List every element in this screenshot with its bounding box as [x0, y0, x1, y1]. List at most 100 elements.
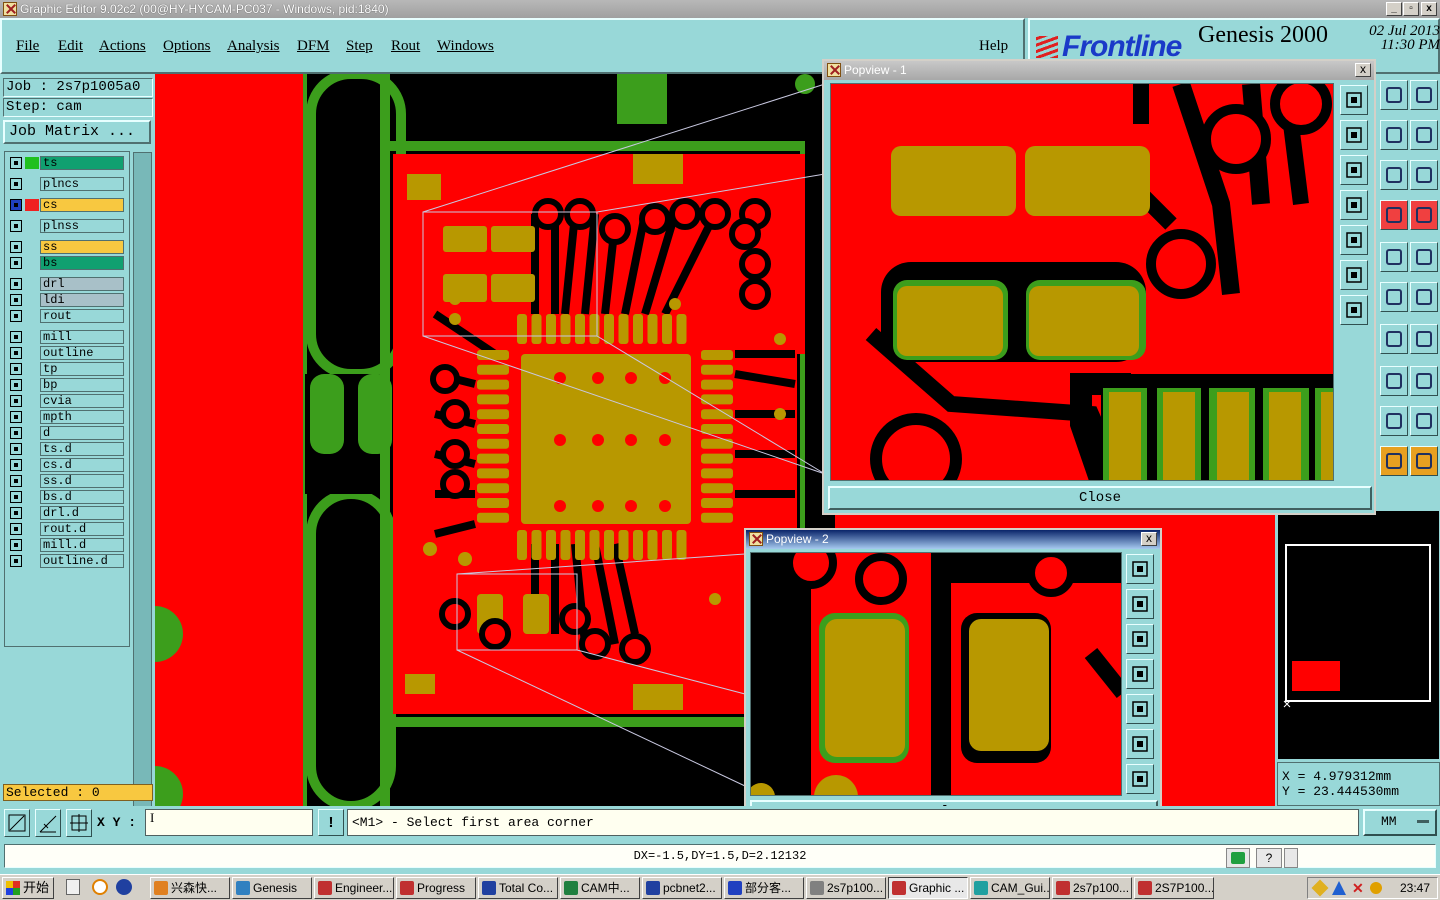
layer-color-swatch[interactable] — [25, 475, 39, 487]
layer-checkbox[interactable] — [10, 539, 22, 551]
layer-name[interactable]: cs.d — [40, 458, 124, 472]
layer-row-cvia[interactable]: cvia — [8, 394, 126, 408]
quicklaunch-globe-icon[interactable] — [116, 879, 132, 895]
menu-actions[interactable]: Actions — [99, 38, 146, 55]
menu-rout[interactable]: Rout — [391, 38, 420, 55]
layer-color-swatch[interactable] — [25, 363, 39, 375]
layer-color-swatch[interactable] — [25, 555, 39, 567]
layer-row-plncs[interactable]: plncs — [8, 177, 126, 191]
quicklaunch-clock-icon[interactable] — [92, 879, 108, 895]
zoom-out-icon[interactable] — [1340, 295, 1368, 325]
layer-checkbox[interactable] — [10, 220, 22, 232]
layer-row-cs-d[interactable]: cs.d — [8, 458, 126, 472]
menu-edit[interactable]: Edit — [58, 38, 83, 55]
layer-checkbox[interactable] — [10, 395, 22, 407]
zoom-in-icon[interactable] — [1126, 729, 1154, 759]
layer-name[interactable]: bs — [40, 256, 124, 270]
layer-row-tp[interactable]: tp — [8, 362, 126, 376]
red-dot-icon[interactable] — [1380, 282, 1408, 312]
shapes-icon[interactable] — [1410, 366, 1438, 396]
layer-checkbox[interactable] — [10, 294, 22, 306]
layer-row-d[interactable]: d — [8, 426, 126, 440]
pan-left-icon[interactable] — [1340, 190, 1368, 220]
layer-color-swatch[interactable] — [25, 294, 39, 306]
layer-row-rout-d[interactable]: rout.d — [8, 522, 126, 536]
tray-triangle-icon[interactable] — [1332, 881, 1346, 895]
layer-checkbox[interactable] — [10, 157, 22, 169]
menu-help[interactable]: Help — [979, 38, 1008, 55]
layer-name[interactable]: plnss — [40, 219, 124, 233]
quicklaunch-doc-icon[interactable] — [66, 879, 80, 895]
layer-color-swatch[interactable] — [25, 427, 39, 439]
layer-checkbox[interactable] — [10, 331, 22, 343]
arc-icon[interactable] — [1410, 406, 1438, 436]
layer-checkbox[interactable] — [10, 199, 22, 211]
pan-left-icon[interactable] — [1126, 659, 1154, 689]
layer-name[interactable]: ss.d — [40, 474, 124, 488]
layer-color-swatch[interactable] — [25, 459, 39, 471]
taskbar-item[interactable]: 2s7p100... — [1052, 877, 1132, 899]
taskbar-item[interactable]: CAM中... — [560, 877, 640, 899]
ruler-icon[interactable] — [1380, 242, 1408, 272]
route-icon[interactable] — [1380, 160, 1408, 190]
close-window-button[interactable]: x — [1421, 2, 1437, 16]
layer-row-bs-d[interactable]: bs.d — [8, 490, 126, 504]
layer-name[interactable]: tp — [40, 362, 124, 376]
text-a-icon[interactable] — [1380, 406, 1408, 436]
layer-checkbox[interactable] — [10, 363, 22, 375]
units-selector[interactable]: MM — [1363, 809, 1437, 836]
ring-icon[interactable] — [1380, 324, 1408, 354]
taskbar-item[interactable]: 兴森快... — [150, 877, 230, 899]
layer-color-swatch[interactable] — [25, 443, 39, 455]
layer-name[interactable]: ts.d — [40, 442, 124, 456]
layer-checkbox[interactable] — [10, 555, 22, 567]
zoom-fit-icon[interactable] — [1126, 554, 1154, 584]
layer-color-swatch[interactable] — [25, 539, 39, 551]
layer-name[interactable]: cvia — [40, 394, 124, 408]
layer-row-rout[interactable]: rout — [8, 309, 126, 323]
layer-name[interactable]: rout — [40, 309, 124, 323]
layer-color-swatch[interactable] — [25, 523, 39, 535]
layer-color-swatch[interactable] — [25, 379, 39, 391]
grid-icon[interactable] — [1410, 80, 1438, 110]
layer-name[interactable]: cs — [40, 198, 124, 212]
layer-checkbox[interactable] — [10, 178, 22, 190]
layer-color-swatch[interactable] — [25, 241, 39, 253]
layer-checkbox[interactable] — [10, 278, 22, 290]
menu-options[interactable]: Options — [163, 38, 211, 55]
xy-input[interactable]: I — [145, 809, 313, 836]
layer-row-drl[interactable]: drl — [8, 277, 126, 291]
measure-button[interactable] — [35, 809, 61, 837]
layer-checkbox[interactable] — [10, 411, 22, 423]
minimize-button[interactable]: _ — [1386, 2, 1402, 16]
layer-name[interactable]: ldi — [40, 293, 124, 307]
layer-color-swatch[interactable] — [25, 347, 39, 359]
menu-dfm[interactable]: DFM — [297, 38, 330, 55]
connect-icon[interactable] — [1410, 282, 1438, 312]
pointer-icon[interactable] — [1410, 446, 1438, 476]
start-button[interactable]: 开始 — [2, 877, 54, 899]
pan-down-icon[interactable] — [1126, 624, 1154, 654]
layer-row-mpth[interactable]: mpth — [8, 410, 126, 424]
tree-icon[interactable] — [1380, 366, 1408, 396]
zoom-in-icon[interactable] — [1340, 260, 1368, 290]
layer-name[interactable]: mill — [40, 330, 124, 344]
hatch-icon[interactable] — [1380, 446, 1408, 476]
layer-name[interactable]: d — [40, 426, 124, 440]
job-matrix-button[interactable]: Job Matrix ... — [3, 120, 151, 144]
layer-name[interactable]: mpth — [40, 410, 124, 424]
spinner-icon[interactable] — [1284, 848, 1298, 868]
layer-name[interactable]: mill.d — [40, 538, 124, 552]
layer-name[interactable]: drl — [40, 277, 124, 291]
layer-row-bp[interactable]: bp — [8, 378, 126, 392]
taskbar-item[interactable]: 部分客... — [724, 877, 804, 899]
layer-color-swatch[interactable] — [25, 199, 39, 211]
pan-up-icon[interactable] — [1126, 589, 1154, 619]
taskbar-item[interactable]: Progress — [396, 877, 476, 899]
layer-checkbox[interactable] — [10, 475, 22, 487]
exclamation-button[interactable]: ! — [318, 809, 344, 836]
layer-checkbox[interactable] — [10, 347, 22, 359]
popview-2-close-icon[interactable]: x — [1141, 532, 1157, 546]
taskbar-item[interactable]: CAM_Gui... — [970, 877, 1050, 899]
zoom-fit-icon[interactable] — [1340, 85, 1368, 115]
